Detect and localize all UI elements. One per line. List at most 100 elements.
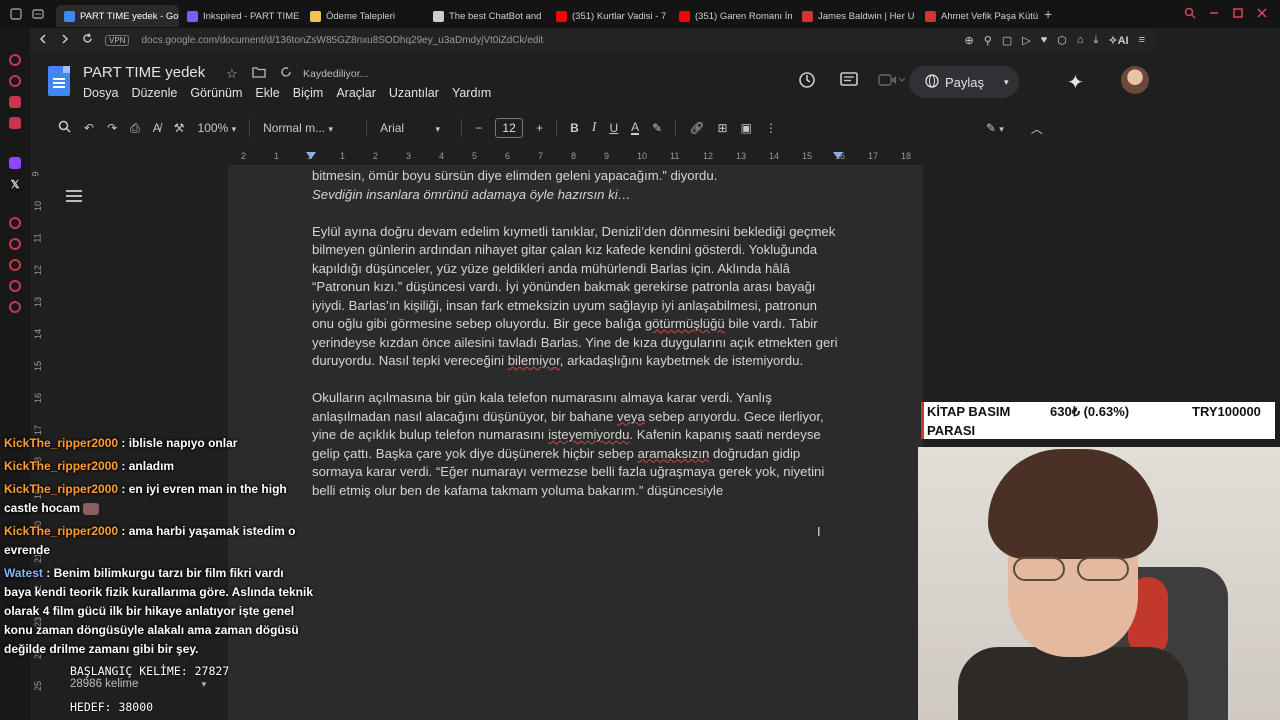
font-select[interactable]: Arial ▾ (380, 121, 448, 135)
star-icon[interactable]: ☆ (226, 66, 238, 82)
italic-button[interactable]: I (592, 120, 597, 136)
text-color-icon[interactable]: A (631, 121, 640, 135)
more-icon[interactable]: ⋮ (765, 121, 777, 135)
misspelled-word[interactable]: veya (617, 409, 645, 424)
paint-format-icon[interactable]: ⚒ (174, 121, 185, 135)
browser-tab[interactable]: James Baldwin | Her U (794, 5, 917, 27)
chat-username[interactable]: KickThe_ripper2000 (4, 482, 118, 496)
browser-tab[interactable]: Inkspired - PART TIME (179, 5, 302, 27)
misspelled-word[interactable]: aramaksızın (637, 446, 709, 461)
highlight-icon[interactable]: ✎ (652, 121, 662, 135)
collapse-menus-icon[interactable]: ︿ (1031, 120, 1043, 137)
print-icon[interactable]: ⎙ (130, 121, 140, 136)
sidebar-x-icon[interactable]: 𝕏 (11, 178, 20, 191)
undo-icon[interactable]: ↶ (84, 121, 94, 135)
document-paragraph[interactable]: Eylül ayına doğru devam edelim kıymetli … (312, 223, 842, 371)
sidebar-extension-icon[interactable] (9, 75, 21, 87)
meet-icon[interactable] (878, 72, 906, 93)
sidebar-settings-icon[interactable] (9, 301, 21, 313)
maximize-button[interactable] (1232, 7, 1244, 22)
insert-image-icon[interactable]: ▣ (741, 121, 752, 135)
new-tab-button[interactable]: + (1044, 6, 1052, 22)
document-title[interactable]: PART TIME yedek (83, 64, 205, 81)
zoom-icon[interactable]: ⊕ (965, 34, 974, 47)
document-paragraph[interactable]: Okulların açılmasına bir gün kala telefo… (312, 389, 842, 500)
menu-item[interactable]: Yardım (452, 86, 491, 100)
play-icon[interactable]: ▷ (1022, 34, 1030, 47)
decrease-font-icon[interactable]: − (475, 121, 482, 135)
snapshot-icon[interactable]: ▢ (1002, 34, 1012, 47)
sidebar-instagram-icon[interactable] (9, 117, 21, 129)
menu-item[interactable]: Uzantılar (389, 86, 439, 100)
browser-tab[interactable]: Ödeme Talepleri (302, 5, 425, 27)
download-icon[interactable]: ⤓ (1093, 34, 1098, 47)
document-paragraph[interactable]: bitmesin, ömür boyu sürsün diye elimden … (312, 167, 842, 186)
sidebar-twitch-icon[interactable] (9, 157, 21, 169)
underline-button[interactable]: U (609, 121, 618, 135)
browser-tab[interactable]: PART TIME yedek - Googl (56, 5, 179, 27)
workspace-icon[interactable] (10, 8, 22, 20)
redo-icon[interactable]: ↷ (107, 121, 117, 135)
heart-icon[interactable]: ♥ (1041, 34, 1048, 47)
browser-tab[interactable]: Ahmet Vefik Paşa Kütü (917, 5, 1040, 27)
browser-tab[interactable]: (351) Garen Romanı İn (671, 5, 794, 27)
tab-menu-icon[interactable] (32, 8, 44, 20)
editing-mode-icon[interactable]: ✎ ▾ (986, 121, 1004, 135)
chat-username[interactable]: Watest (4, 566, 43, 580)
sidebar-player-icon[interactable] (9, 217, 21, 229)
url-input[interactable]: docs.google.com/document/d/136tonZsW85GZ… (141, 35, 543, 46)
misspelled-word[interactable]: götürmüşlüğü (645, 316, 725, 331)
extensions-icon[interactable]: ⬡ (1057, 34, 1067, 47)
chat-username[interactable]: KickThe_ripper2000 (4, 524, 118, 538)
chat-username[interactable]: KickThe_ripper2000 (4, 459, 118, 473)
chat-username[interactable]: KickThe_ripper2000 (4, 436, 118, 450)
sidebar-aria-icon[interactable] (9, 54, 21, 66)
browser-tab[interactable]: The best ChatBot and (425, 5, 548, 27)
menu-item[interactable]: Görünüm (190, 86, 242, 100)
zoom-select[interactable]: 100% ▾ (198, 121, 237, 135)
style-select[interactable]: Normal m... ▾ (263, 121, 353, 135)
misspelled-word[interactable]: isteyemiyordu (548, 427, 629, 442)
chevron-down-icon[interactable]: ▾ (1004, 77, 1009, 88)
search-menus-icon[interactable] (58, 120, 71, 136)
search-icon[interactable] (1184, 7, 1196, 22)
add-comment-icon[interactable]: ⊞ (717, 121, 727, 135)
pin-icon[interactable]: ⚲ (984, 34, 992, 47)
sidebar-messenger-icon[interactable] (9, 96, 21, 108)
back-icon[interactable] (38, 33, 48, 47)
misspelled-word[interactable]: bilemiyor (508, 353, 560, 368)
minimize-button[interactable] (1208, 7, 1220, 22)
vpn-badge[interactable]: VPN (105, 34, 130, 46)
avatar[interactable] (1121, 66, 1149, 94)
menu-item[interactable]: Araçlar (336, 86, 376, 100)
increase-font-icon[interactable]: + (536, 121, 543, 135)
link-icon[interactable]: 🔗︎ (689, 121, 704, 135)
version-history-icon[interactable] (797, 70, 817, 95)
document-body[interactable]: bitmesin, ömür boyu sürsün diye elimden … (312, 167, 842, 519)
reload-icon[interactable] (82, 33, 93, 47)
menu-icon[interactable]: ≡ (1139, 34, 1145, 47)
gemini-icon[interactable]: ✦ (1067, 70, 1084, 95)
profile-icon[interactable]: ⌂ (1077, 34, 1084, 47)
outline-icon[interactable] (66, 190, 82, 202)
spellcheck-icon[interactable]: A̸ (153, 121, 161, 135)
word-count[interactable]: 28986 kelime ▾ (70, 678, 206, 690)
browser-tab[interactable]: (351) Kurtlar Vadisi - 7 (548, 5, 671, 27)
comments-icon[interactable] (839, 70, 859, 95)
menu-item[interactable]: Düzenle (131, 86, 177, 100)
share-button[interactable]: Paylaş ▾ (909, 66, 1019, 98)
forward-icon[interactable] (60, 33, 70, 47)
document-paragraph[interactable]: Sevdiğin insanlara ömrünü adamaya öyle h… (312, 186, 842, 205)
move-folder-icon[interactable] (252, 66, 266, 82)
sidebar-home-icon[interactable] (9, 280, 21, 292)
menu-item[interactable]: Dosya (83, 86, 118, 100)
sidebar-pin-icon[interactable] (9, 238, 21, 250)
font-size-input[interactable]: 12 (495, 118, 524, 138)
close-button[interactable] (1256, 7, 1268, 22)
menu-item[interactable]: Biçim (293, 86, 324, 100)
sidebar-history-icon[interactable] (9, 259, 21, 271)
docs-logo-icon[interactable] (48, 66, 70, 96)
bold-button[interactable]: B (570, 121, 579, 135)
menu-item[interactable]: Ekle (255, 86, 279, 100)
ai-button[interactable]: ✧AI (1108, 34, 1128, 47)
